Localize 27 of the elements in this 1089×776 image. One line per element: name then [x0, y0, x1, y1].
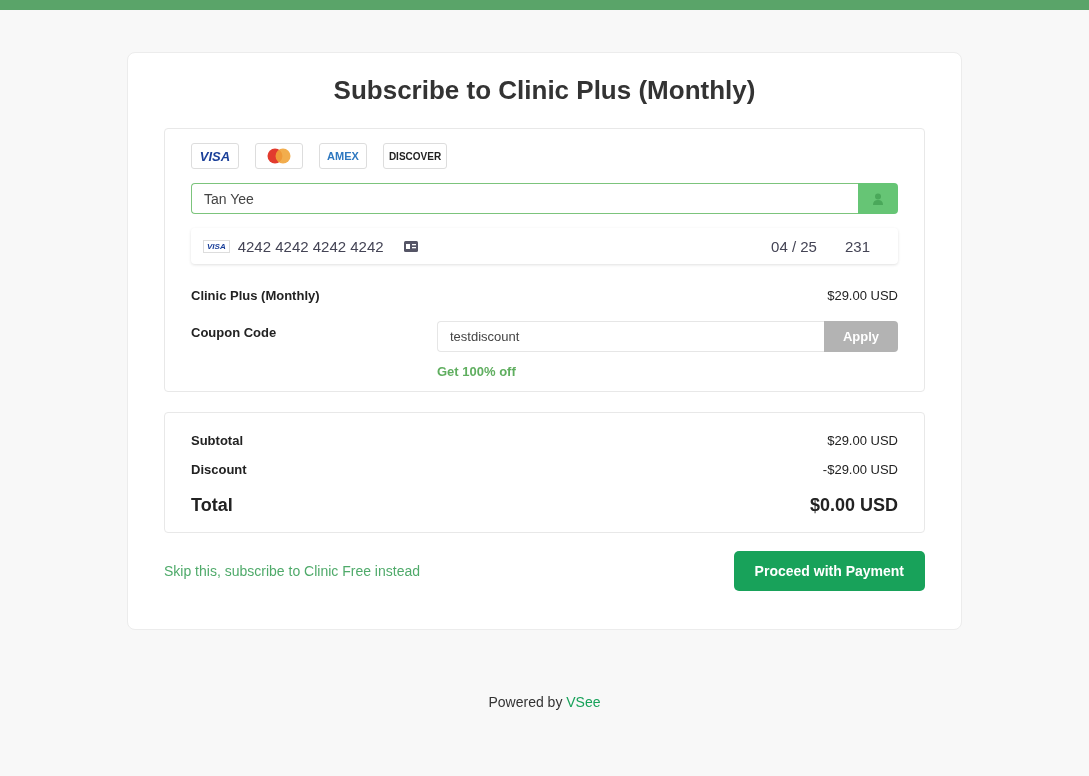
card-icon	[403, 240, 418, 252]
cvc-code: 231	[844, 237, 870, 255]
expiry-date: 04 / 25	[771, 237, 817, 255]
summary-amount: -$29.00 USD	[822, 462, 898, 477]
plan-price: $29.00 USD	[827, 288, 898, 303]
powered-by-text: Powered by VSee	[488, 694, 601, 710]
card-number: 4242 4242 4242 4242	[237, 237, 384, 255]
card-number-field[interactable]: VISA 4242 4242 4242 4242 04 / 25 231	[191, 228, 898, 264]
card-logo-icon	[255, 143, 303, 169]
skip-link[interactable]: Skip this, subscribe to Clinic Free instead	[164, 563, 420, 579]
proceed-button[interactable]: Proceed with Payment	[733, 551, 925, 591]
page-title: Subscribe to Clinic Plus (Monthly)	[332, 75, 757, 106]
card-brand-logo: VISA	[203, 239, 230, 253]
vsee-link[interactable]: VSee	[566, 694, 601, 710]
card-logo: AMEX	[319, 143, 367, 169]
summary-label: Discount	[191, 462, 247, 477]
plan-name: Clinic Plus (Monthly)	[191, 288, 320, 303]
person-icon	[873, 192, 883, 205]
summary-label: Subtotal	[191, 433, 243, 448]
coupon-message: Get 100% off	[437, 364, 517, 379]
total-label: Total	[191, 495, 233, 516]
name-field[interactable]: Tan Yee	[191, 183, 858, 214]
total-amount: $0.00 USD	[809, 495, 898, 516]
card-logo: VISA	[191, 143, 239, 169]
coupon-label: Coupon Code	[191, 324, 278, 340]
summary-amount: $29.00 USD	[827, 433, 898, 448]
card-logo: DISCOVER	[383, 143, 447, 169]
